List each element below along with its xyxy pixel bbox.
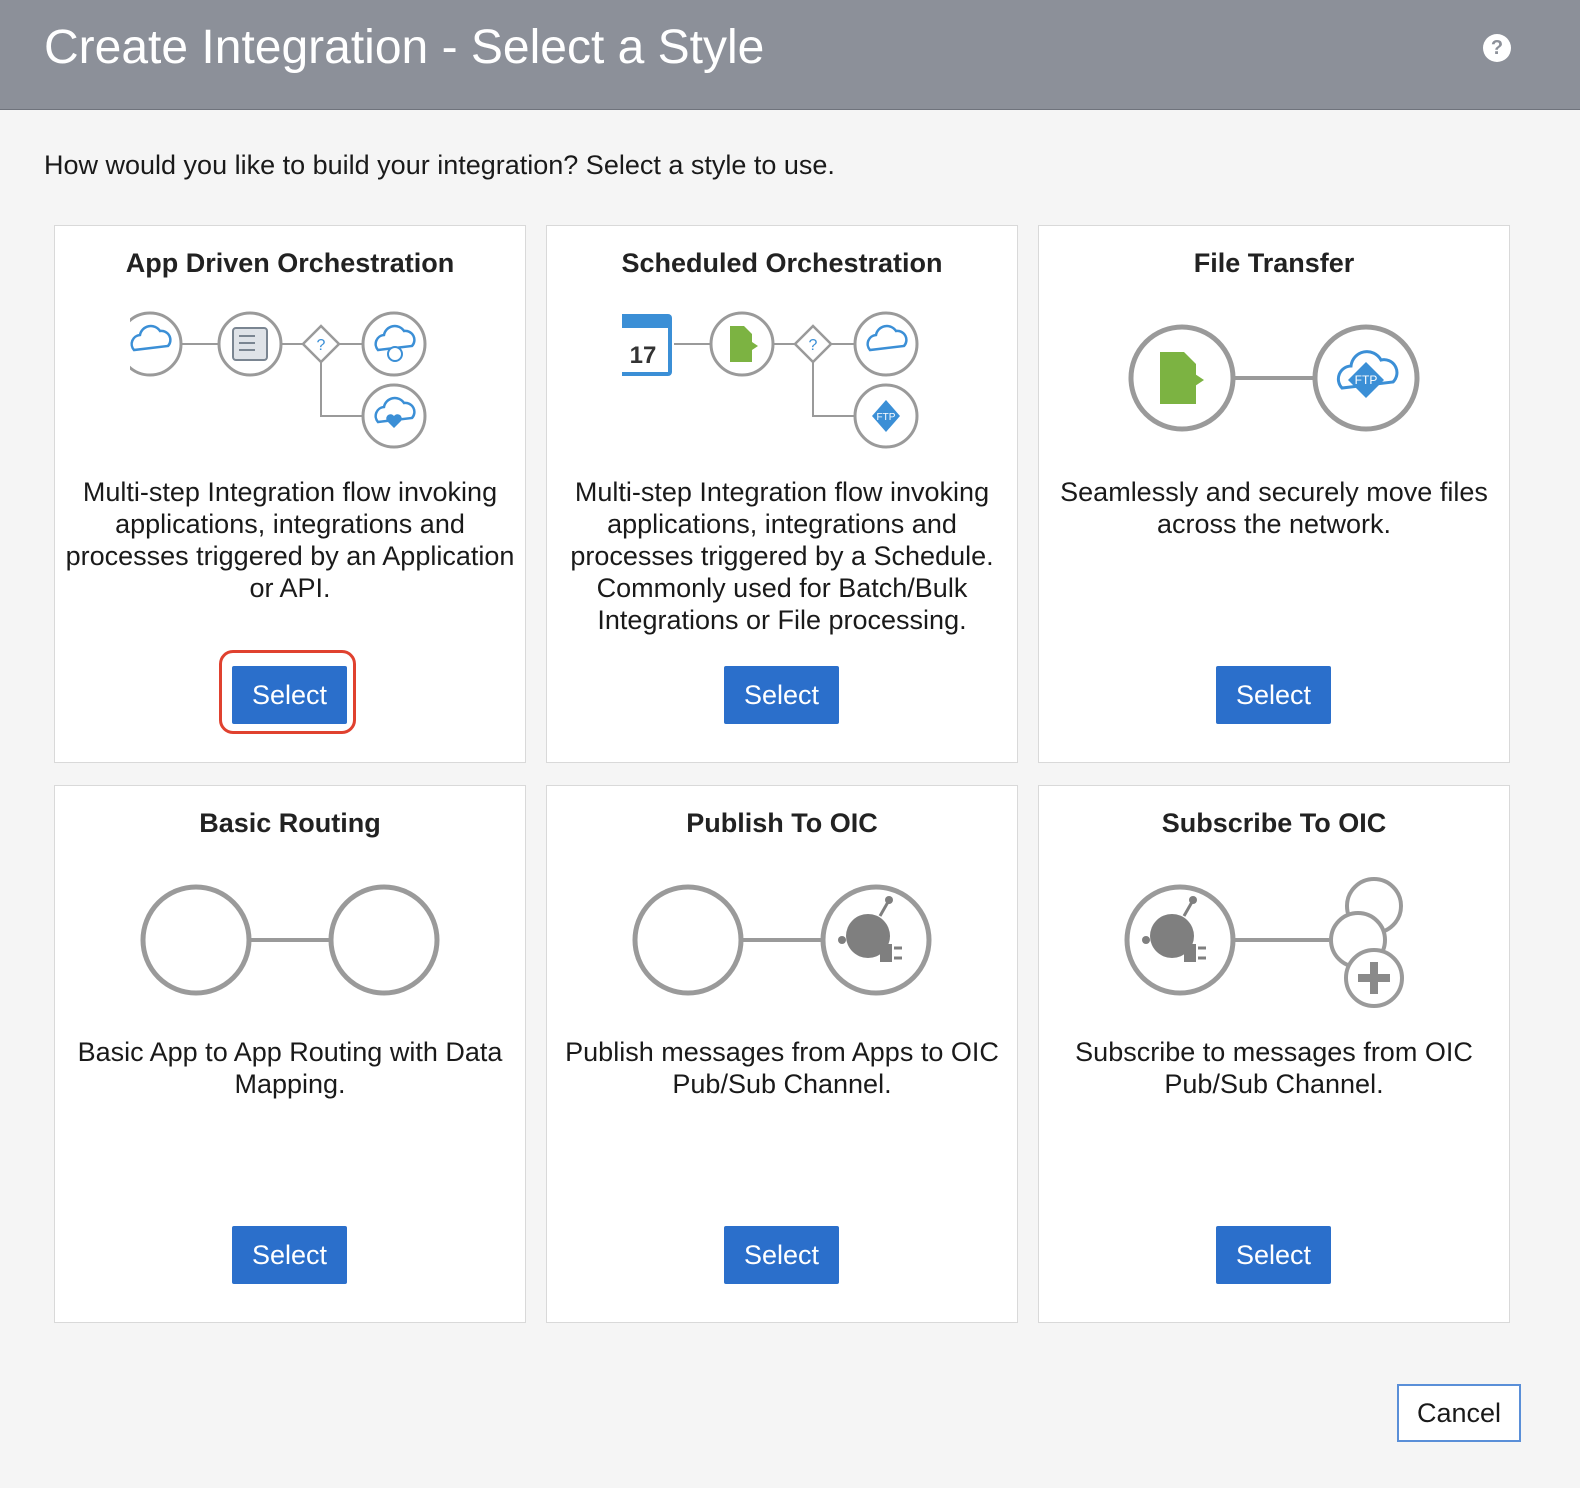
instruction-text: How would you like to build your integra… [44, 150, 835, 180]
style-card-publish-to-oic: Publish To OIC Publish messages from App… [546, 785, 1018, 1323]
card-description: Multi-step Integration flow invoking app… [570, 477, 994, 635]
card-description: Multi-step Integration flow invoking app… [65, 477, 515, 603]
card-title: Subscribe To OIC [1161, 808, 1387, 838]
basic-routing-illustration [55, 856, 525, 1036]
svg-text:FTP: FTP [877, 412, 896, 423]
style-card-app-driven-orchestration: App Driven Orchestration ? Multi-step In… [54, 225, 526, 763]
ftp-cloud-icon: FTP [853, 383, 919, 449]
pubsub-plug-icon [820, 884, 932, 996]
pubsub-plug-icon [1124, 884, 1236, 996]
card-title: File Transfer [1193, 248, 1355, 278]
app-driven-flow-illustration: ? [55, 296, 525, 476]
cancel-button[interactable]: Cancel [1397, 1384, 1521, 1442]
select-scheduled-button[interactable]: Select [724, 666, 839, 724]
mapper-icon [217, 311, 283, 377]
svg-text:17: 17 [630, 342, 657, 369]
cloud-dollar-icon [361, 311, 427, 377]
select-app-driven-button[interactable]: Select [232, 666, 347, 724]
select-publish-button[interactable]: Select [724, 1226, 839, 1284]
card-description: Subscribe to messages from OIC Pub/Sub C… [1075, 1037, 1473, 1099]
dialog-header: Create Integration - Select a Style ? [0, 0, 1580, 110]
cloud-icon [130, 311, 183, 377]
file-arrow-icon [709, 311, 775, 377]
file-arrow-icon [1128, 324, 1236, 432]
card-title: Scheduled Orchestration [621, 248, 943, 278]
file-transfer-illustration: FTP [1039, 296, 1509, 476]
svg-text:FTP: FTP [1355, 373, 1378, 387]
style-card-file-transfer: File Transfer FTP Seamlessly and securel… [1038, 225, 1510, 763]
svg-text:?: ? [809, 337, 818, 354]
question-circle-icon[interactable]: ? [1483, 34, 1511, 62]
publish-illustration [547, 856, 1017, 1036]
select-file-transfer-button[interactable]: Select [1216, 666, 1331, 724]
style-card-subscribe-to-oic: Subscribe To OIC Subscribe to messages f… [1038, 785, 1510, 1323]
cloud-icon [853, 311, 919, 377]
card-title: Publish To OIC [686, 808, 878, 838]
select-basic-routing-button[interactable]: Select [232, 1226, 347, 1284]
style-card-basic-routing: Basic Routing Basic App to App Routing w… [54, 785, 526, 1323]
calendar-icon: 17 [622, 314, 672, 376]
target-circle-icon [328, 884, 440, 996]
scheduled-flow-illustration: 17 ? FTP [547, 296, 1017, 476]
card-description: Basic App to App Routing with Data Mappi… [77, 1037, 503, 1099]
source-circle-icon [632, 884, 744, 996]
style-card-scheduled-orchestration: Scheduled Orchestration 17 ? FTP Multi-s… [546, 225, 1018, 763]
ftp-cloud-icon: FTP [1312, 324, 1420, 432]
card-description: Publish messages from Apps to OIC Pub/Su… [565, 1037, 999, 1099]
source-circle-icon [140, 884, 252, 996]
select-subscribe-button[interactable]: Select [1216, 1226, 1331, 1284]
switch-diamond-icon: ? [301, 324, 341, 364]
dialog-title: Create Integration - Select a Style [44, 21, 765, 74]
subscribe-illustration [1039, 856, 1509, 1036]
card-title: App Driven Orchestration [125, 248, 455, 278]
card-description: Seamlessly and securely move files acros… [1060, 477, 1488, 539]
svg-text:?: ? [317, 337, 326, 354]
switch-diamond-icon: ? [793, 324, 833, 364]
card-title: Basic Routing [199, 808, 381, 838]
cloud-heart-icon [361, 383, 427, 449]
add-plus-icon [1344, 948, 1404, 1008]
